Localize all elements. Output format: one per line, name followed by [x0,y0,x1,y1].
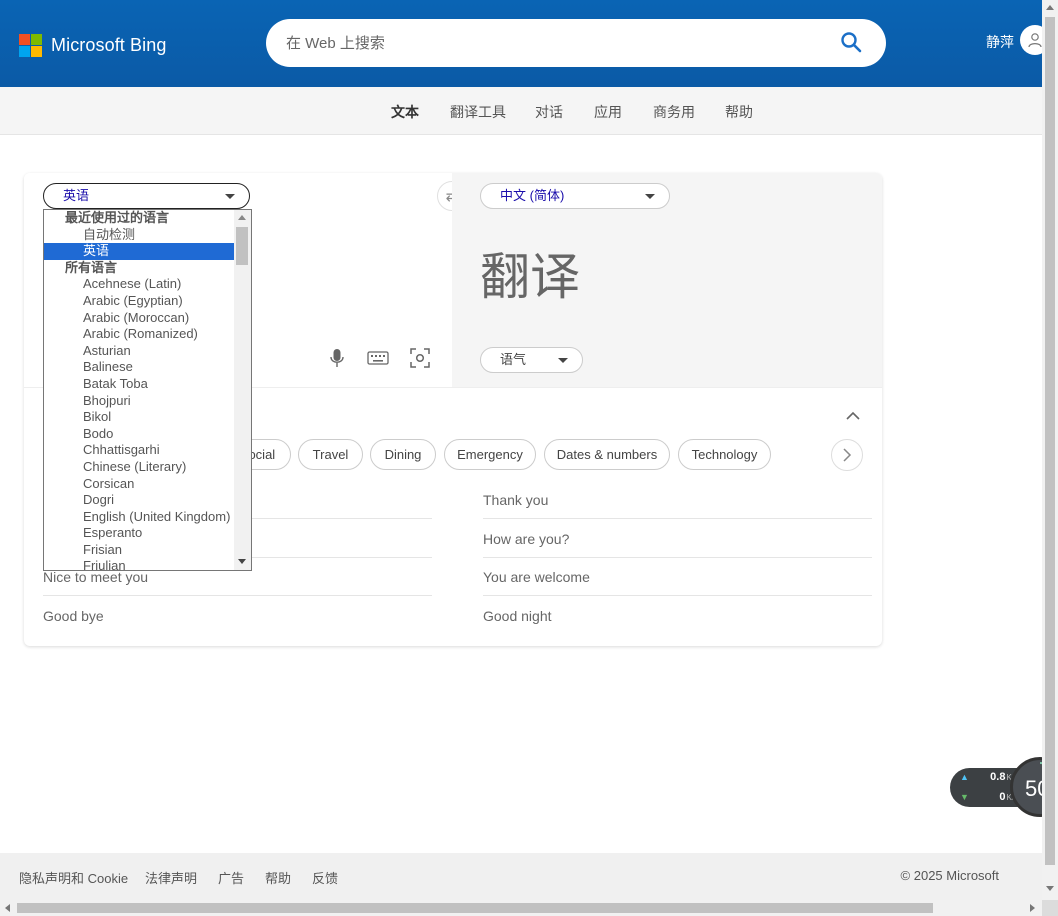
language-option[interactable]: Asturian [44,343,235,360]
language-option[interactable]: Balinese [44,359,235,376]
chevron-up-icon[interactable] [844,407,862,425]
language-option[interactable]: Dogri [44,492,235,509]
scroll-up-icon[interactable] [238,215,246,220]
page-horizontal-scrollbar[interactable] [0,900,1042,916]
scroll-up-icon[interactable] [1046,5,1054,10]
download-speed: 0 [999,791,1006,803]
translation-output: 翻译 [480,248,580,306]
page-vertical-scroll-thumb[interactable] [1045,17,1055,865]
phrase-chip-dining[interactable]: Dining [370,439,436,470]
phrase-chip-technology[interactable]: Technology [678,439,771,470]
language-option[interactable]: English (United Kingdom) [44,509,235,526]
chevron-down-icon [225,194,235,199]
phrase-item[interactable]: You are welcome [483,558,872,596]
chevron-down-icon [558,358,568,363]
source-language-label: 英语 [63,188,90,203]
target-pane: 中文 (简体) 翻译 语气 [452,173,882,387]
user-name[interactable]: 静萍 [986,32,1014,52]
target-language-select[interactable]: 中文 (简体) [480,183,670,209]
tab-text[interactable]: 文本 [391,102,419,122]
footer-link-help[interactable]: 帮助 [265,868,291,887]
top-header: Microsoft Bing 静萍 [0,0,1050,87]
keyboard-icon[interactable] [367,347,389,369]
source-language-select[interactable]: 英语 [43,183,250,209]
translator-nav: 文本 翻译工具 对话 应用 商务用 帮助 [0,87,1042,135]
tab-help[interactable]: 帮助 [725,102,753,122]
language-option[interactable]: Arabic (Moroccan) [44,310,235,327]
copyright: © 2025 Microsoft [900,868,999,883]
page-footer: 隐私声明和 Cookie 法律声明 广告 帮助 反馈 © 2025 Micros… [0,853,1042,900]
dropdown-scrollbar[interactable] [234,210,251,570]
language-option[interactable]: Batak Toba [44,376,235,393]
search-input[interactable] [286,19,826,67]
search-box [266,19,886,67]
chevron-right-icon[interactable] [831,439,863,471]
download-arrow-icon: ▼ [960,792,969,802]
phrase-item[interactable]: Thank you [483,481,872,519]
footer-link-ads[interactable]: 广告 [218,868,244,887]
scroll-down-icon[interactable] [238,559,246,564]
phrase-chip-emergency[interactable]: Emergency [444,439,536,470]
phrase-chip-dates-numbers[interactable]: Dates & numbers [544,439,670,470]
language-option-selected[interactable]: 英语 [44,243,235,260]
bing-logo[interactable]: Microsoft Bing [19,34,166,57]
scroll-left-icon[interactable] [5,904,10,912]
language-option[interactable]: Arabic (Romanized) [44,326,235,343]
footer-link-feedback[interactable]: 反馈 [312,868,338,887]
target-language-label: 中文 (简体) [500,188,565,203]
option-group-label: 最近使用过的语言 [65,210,170,225]
tone-label: 语气 [500,352,527,367]
page-horizontal-scroll-thumb[interactable] [17,903,933,913]
language-option[interactable]: 自动检测 [44,227,235,244]
language-option[interactable]: Bhojpuri [44,393,235,410]
phrase-item[interactable]: Good bye [43,597,432,635]
tone-select[interactable]: 语气 [480,347,583,373]
upload-arrow-icon: ▲ [960,772,969,782]
option-group-label: 所有语言 [65,259,118,275]
scrollbar-corner [1042,900,1058,916]
page-vertical-scrollbar[interactable] [1042,0,1058,900]
upload-speed: 0.8 [990,771,1006,783]
tab-business[interactable]: 商务用 [653,102,695,122]
language-option[interactable]: Corsican [44,476,235,493]
camera-scan-icon[interactable] [409,347,431,369]
footer-link-legal[interactable]: 法律声明 [145,868,197,887]
language-option[interactable]: Arabic (Egyptian) [44,293,235,310]
tab-apps[interactable]: 应用 [594,102,622,122]
language-option[interactable]: Chinese (Literary) [44,459,235,476]
language-option[interactable]: Acehnese (Latin) [44,276,235,293]
microphone-icon[interactable] [326,347,348,369]
language-option[interactable]: Chhattisgarhi [44,442,235,459]
scroll-down-icon[interactable] [1046,886,1054,891]
language-option[interactable]: Friulian [44,558,235,570]
phrase-item[interactable]: How are you? [483,520,872,558]
language-option[interactable]: Frisian [44,542,235,559]
dropdown-scroll-thumb[interactable] [236,227,248,265]
microsoft-logo-icon [19,34,42,57]
search-icon[interactable] [840,31,864,55]
source-language-dropdown[interactable]: 最近使用过的语言 自动检测 英语 所有语言 Acehnese (Latin) A… [43,209,252,571]
language-option[interactable]: Esperanto [44,525,235,542]
language-option-list: 最近使用过的语言 自动检测 英语 所有语言 Acehnese (Latin) A… [44,210,235,570]
tab-conversation[interactable]: 对话 [535,102,563,122]
brand-name: Microsoft Bing [51,35,167,55]
language-option[interactable]: Bodo [44,426,235,443]
scroll-right-icon[interactable] [1030,904,1035,912]
phrase-chip-travel[interactable]: Travel [298,439,363,470]
language-option[interactable]: Bikol [44,409,235,426]
tab-translation-tools[interactable]: 翻译工具 [450,102,506,122]
chevron-down-icon [645,194,655,199]
footer-link-privacy[interactable]: 隐私声明和 Cookie [19,868,128,887]
phrase-item[interactable]: Good night [483,597,872,635]
